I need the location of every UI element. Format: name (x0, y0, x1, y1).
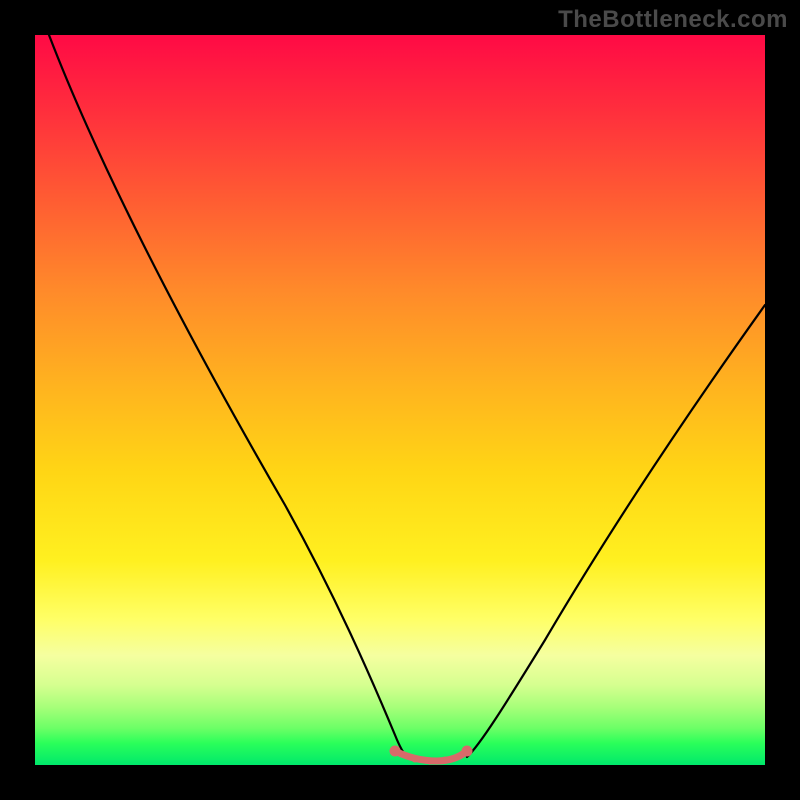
watermark-text: TheBottleneck.com (558, 6, 788, 34)
bottleneck-curve (35, 35, 765, 765)
trough-endpoint-left (390, 746, 401, 757)
curve-left-branch (49, 35, 407, 757)
curve-right-branch (467, 305, 765, 757)
plot-area (35, 35, 765, 765)
trough-bump (442, 757, 449, 764)
trough-bump (427, 758, 434, 765)
chart-frame: TheBottleneck.com (0, 0, 800, 800)
trough-bump (412, 756, 419, 763)
trough-endpoint-right (462, 746, 473, 757)
